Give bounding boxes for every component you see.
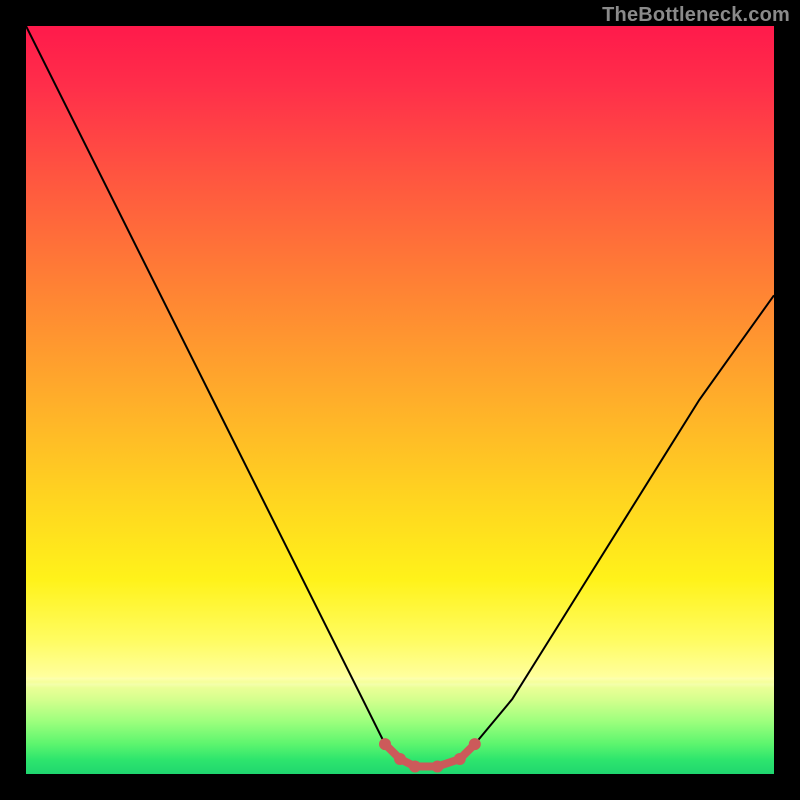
- chart-stage: TheBottleneck.com: [0, 0, 800, 800]
- marker-dot: [454, 753, 466, 765]
- marker-dot: [431, 761, 443, 773]
- bottleneck-curve-path: [26, 26, 774, 767]
- marker-dot: [469, 738, 481, 750]
- marker-dot: [394, 753, 406, 765]
- marker-dot: [379, 738, 391, 750]
- watermark-text: TheBottleneck.com: [602, 4, 790, 27]
- curve-layer: [26, 26, 774, 774]
- marker-dot: [409, 761, 421, 773]
- plot-area: [26, 26, 774, 774]
